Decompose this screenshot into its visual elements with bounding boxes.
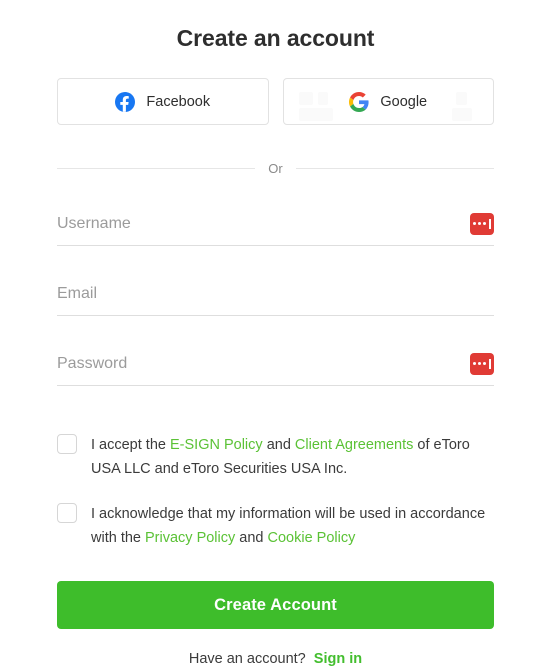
render-artifact bbox=[455, 92, 467, 105]
signin-prompt: Have an account? bbox=[188, 651, 306, 667]
signin-footer: Have an account? Sign in bbox=[57, 651, 494, 667]
create-account-button[interactable]: Create Account bbox=[57, 581, 494, 629]
dot bbox=[478, 222, 482, 225]
social-login-row: Facebook Google bbox=[57, 78, 494, 125]
google-login-button[interactable]: Google bbox=[282, 78, 494, 125]
dot bbox=[478, 362, 482, 365]
divider-line-left bbox=[57, 168, 256, 169]
email-field[interactable] bbox=[57, 272, 494, 316]
render-artifact bbox=[298, 92, 313, 105]
consent-text-fragment: and bbox=[262, 437, 295, 453]
facebook-icon bbox=[115, 91, 136, 112]
consent-row: I acknowledge that my information will b… bbox=[57, 502, 494, 550]
sign-in-link[interactable]: Sign in bbox=[314, 651, 362, 667]
username-field[interactable] bbox=[57, 202, 494, 246]
consent-text-fragment: I accept the bbox=[91, 437, 170, 453]
email-input[interactable] bbox=[57, 278, 494, 309]
password-field[interactable] bbox=[57, 342, 494, 386]
esign-consent-checkbox[interactable] bbox=[57, 434, 77, 454]
password-input[interactable] bbox=[57, 348, 494, 379]
facebook-login-button[interactable]: Facebook bbox=[57, 78, 269, 125]
privacy-consent-label: I acknowledge that my information will b… bbox=[91, 502, 494, 550]
consents-section: I accept the E-SIGN Policy and Client Ag… bbox=[57, 433, 494, 550]
privacy-consent-checkbox[interactable] bbox=[57, 503, 77, 523]
divider-line-right bbox=[295, 168, 495, 169]
google-icon bbox=[349, 91, 369, 112]
esign-consent-label: I accept the E-SIGN Policy and Client Ag… bbox=[91, 433, 494, 481]
render-artifact bbox=[317, 92, 328, 105]
signup-page: Create an account Facebook Google Or Use… bbox=[0, 0, 551, 668]
caret bbox=[489, 358, 491, 369]
page-title: Create an account bbox=[176, 25, 375, 51]
username-input[interactable] bbox=[57, 208, 494, 239]
consent-row: I accept the E-SIGN Policy and Client Ag… bbox=[57, 433, 494, 481]
google-login-label: Google bbox=[380, 93, 428, 110]
render-artifact bbox=[298, 108, 333, 121]
password-manager-icon[interactable] bbox=[470, 352, 494, 375]
consent-link[interactable]: Cookie Policy bbox=[268, 530, 356, 546]
password-manager-icon[interactable] bbox=[470, 212, 494, 235]
dot bbox=[473, 222, 477, 225]
caret bbox=[489, 218, 491, 229]
dot bbox=[473, 362, 477, 365]
consent-link[interactable]: Client Agreements bbox=[295, 437, 413, 453]
consent-link[interactable]: E-SIGN Policy bbox=[170, 437, 263, 453]
facebook-login-label: Facebook bbox=[146, 93, 211, 110]
divider-label: Or bbox=[268, 161, 283, 176]
consent-link[interactable]: Privacy Policy bbox=[145, 530, 235, 546]
or-divider: Or bbox=[57, 161, 495, 176]
consent-text-fragment: and bbox=[235, 530, 268, 546]
dot bbox=[483, 362, 487, 365]
render-artifact bbox=[451, 108, 472, 121]
dot bbox=[483, 222, 487, 225]
